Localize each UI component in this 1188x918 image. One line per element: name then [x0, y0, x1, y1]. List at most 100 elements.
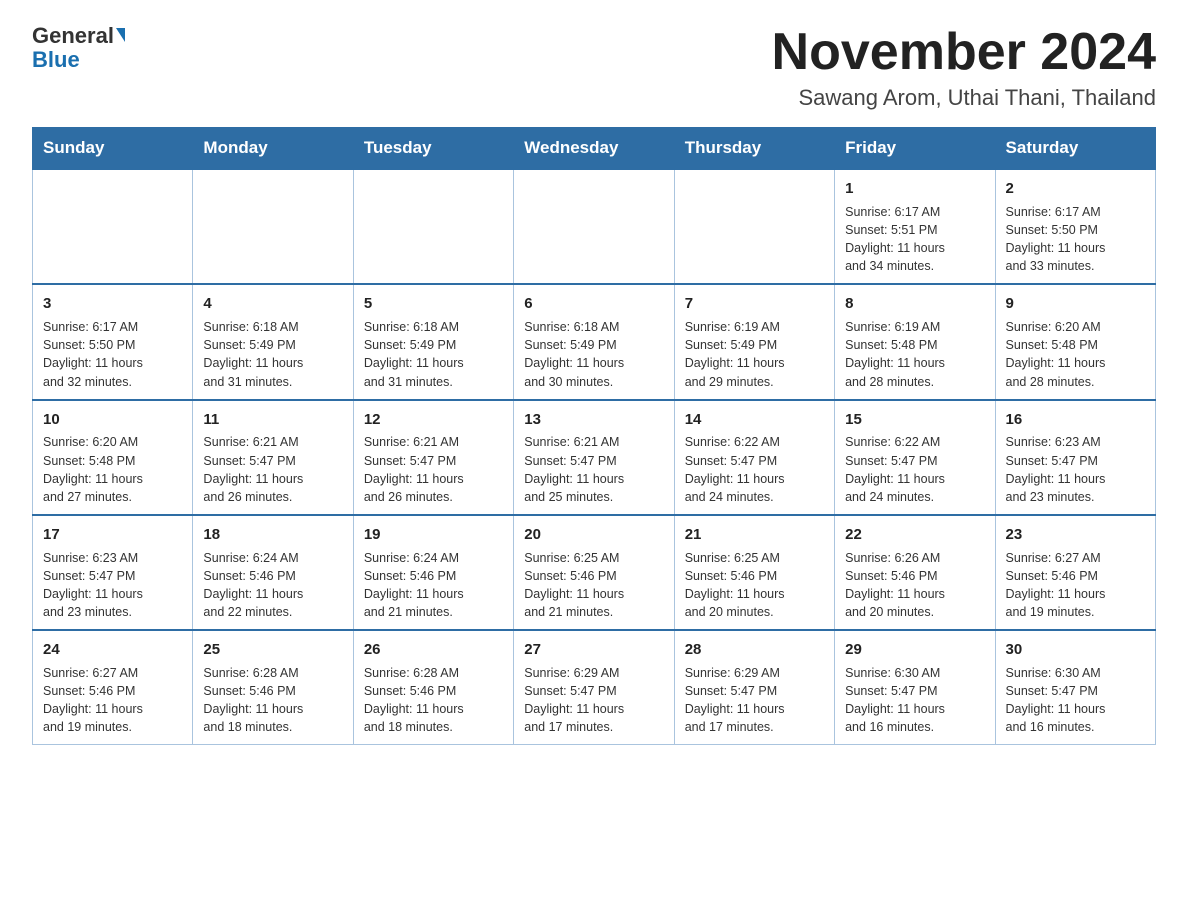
day-info: Sunrise: 6:19 AM Sunset: 5:48 PM Dayligh…: [845, 318, 984, 391]
calendar-cell: 22 Sunrise: 6:26 AM Sunset: 5:46 PM Dayli…: [835, 515, 995, 630]
week-row: 17 Sunrise: 6:23 AM Sunset: 5:47 PM Dayli…: [33, 515, 1156, 630]
day-info: Sunrise: 6:22 AM Sunset: 5:47 PM Dayligh…: [845, 433, 984, 506]
day-number: 3: [43, 293, 182, 315]
logo: General Blue: [32, 24, 125, 72]
day-number: 7: [685, 293, 824, 315]
calendar-cell: 9Sunrise: 6:20 AM Sunset: 5:48 PM Daylig…: [995, 284, 1155, 399]
week-row: 1 Sunrise: 6:17 AM Sunset: 5:51 PM Daylig…: [33, 169, 1156, 284]
day-number: 28: [685, 639, 824, 661]
calendar-cell: 15Sunrise: 6:22 AM Sunset: 5:47 PM Dayli…: [835, 400, 995, 515]
day-number: 4: [203, 293, 342, 315]
calendar-cell: 25 Sunrise: 6:28 AM Sunset: 5:46 PM Dayli…: [193, 630, 353, 745]
day-number: 20: [524, 524, 663, 546]
day-number: 5: [364, 293, 503, 315]
day-info: Sunrise: 6:25 AM Sunset: 5:46 PM Dayligh…: [524, 549, 663, 622]
day-info: Sunrise: 6:17 AM Sunset: 5:50 PM Dayligh…: [1006, 203, 1145, 276]
logo-triangle-icon: [116, 28, 125, 42]
calendar-cell: 2 Sunrise: 6:17 AM Sunset: 5:50 PM Daylig…: [995, 169, 1155, 284]
calendar-cell: 30 Sunrise: 6:30 AM Sunset: 5:47 PM Dayli…: [995, 630, 1155, 745]
calendar-cell: 16Sunrise: 6:23 AM Sunset: 5:47 PM Dayli…: [995, 400, 1155, 515]
day-number: 9: [1006, 293, 1145, 315]
day-info: Sunrise: 6:30 AM Sunset: 5:47 PM Dayligh…: [1006, 664, 1145, 737]
day-info: Sunrise: 6:22 AM Sunset: 5:47 PM Dayligh…: [685, 433, 824, 506]
day-number: 26: [364, 639, 503, 661]
day-number: 22: [845, 524, 984, 546]
calendar-cell: 19Sunrise: 6:24 AM Sunset: 5:46 PM Dayli…: [353, 515, 513, 630]
day-number: 13: [524, 409, 663, 431]
calendar-day-header: Sunday: [33, 128, 193, 170]
day-number: 18: [203, 524, 342, 546]
calendar-cell: 17 Sunrise: 6:23 AM Sunset: 5:47 PM Dayli…: [33, 515, 193, 630]
day-number: 23: [1006, 524, 1145, 546]
day-number: 29: [845, 639, 984, 661]
title-block: November 2024 Sawang Arom, Uthai Thani, …: [772, 24, 1156, 111]
calendar-day-header: Tuesday: [353, 128, 513, 170]
calendar-day-header: Thursday: [674, 128, 834, 170]
calendar-cell: 23 Sunrise: 6:27 AM Sunset: 5:46 PM Dayli…: [995, 515, 1155, 630]
calendar-cell: [33, 169, 193, 284]
calendar-cell: 11Sunrise: 6:21 AM Sunset: 5:47 PM Dayli…: [193, 400, 353, 515]
calendar-cell: 24Sunrise: 6:27 AM Sunset: 5:46 PM Dayli…: [33, 630, 193, 745]
day-number: 25: [203, 639, 342, 661]
calendar-cell: 12Sunrise: 6:21 AM Sunset: 5:47 PM Dayli…: [353, 400, 513, 515]
day-info: Sunrise: 6:28 AM Sunset: 5:46 PM Dayligh…: [203, 664, 342, 737]
page-header: General Blue November 2024 Sawang Arom, …: [32, 24, 1156, 111]
calendar-cell: 27Sunrise: 6:29 AM Sunset: 5:47 PM Dayli…: [514, 630, 674, 745]
calendar-cell: 20 Sunrise: 6:25 AM Sunset: 5:46 PM Dayli…: [514, 515, 674, 630]
calendar-header-row: SundayMondayTuesdayWednesdayThursdayFrid…: [33, 128, 1156, 170]
calendar-cell: 14Sunrise: 6:22 AM Sunset: 5:47 PM Dayli…: [674, 400, 834, 515]
calendar-cell: 5 Sunrise: 6:18 AM Sunset: 5:49 PM Daylig…: [353, 284, 513, 399]
day-number: 17: [43, 524, 182, 546]
day-number: 8: [845, 293, 984, 315]
calendar-cell: 28 Sunrise: 6:29 AM Sunset: 5:47 PM Dayli…: [674, 630, 834, 745]
calendar-cell: 3 Sunrise: 6:17 AM Sunset: 5:50 PM Daylig…: [33, 284, 193, 399]
calendar-cell: 8 Sunrise: 6:19 AM Sunset: 5:48 PM Daylig…: [835, 284, 995, 399]
day-number: 16: [1006, 409, 1145, 431]
calendar-table: SundayMondayTuesdayWednesdayThursdayFrid…: [32, 127, 1156, 745]
calendar-cell: 6 Sunrise: 6:18 AM Sunset: 5:49 PM Daylig…: [514, 284, 674, 399]
week-row: 3 Sunrise: 6:17 AM Sunset: 5:50 PM Daylig…: [33, 284, 1156, 399]
day-number: 1: [845, 178, 984, 200]
day-number: 14: [685, 409, 824, 431]
calendar-cell: [514, 169, 674, 284]
day-info: Sunrise: 6:17 AM Sunset: 5:51 PM Dayligh…: [845, 203, 984, 276]
day-number: 2: [1006, 178, 1145, 200]
day-info: Sunrise: 6:29 AM Sunset: 5:47 PM Dayligh…: [685, 664, 824, 737]
calendar-cell: [193, 169, 353, 284]
calendar-day-header: Monday: [193, 128, 353, 170]
day-info: Sunrise: 6:21 AM Sunset: 5:47 PM Dayligh…: [364, 433, 503, 506]
day-info: Sunrise: 6:30 AM Sunset: 5:47 PM Dayligh…: [845, 664, 984, 737]
day-info: Sunrise: 6:24 AM Sunset: 5:46 PM Dayligh…: [364, 549, 503, 622]
day-number: 12: [364, 409, 503, 431]
day-info: Sunrise: 6:18 AM Sunset: 5:49 PM Dayligh…: [524, 318, 663, 391]
month-title: November 2024: [772, 24, 1156, 81]
day-info: Sunrise: 6:27 AM Sunset: 5:46 PM Dayligh…: [1006, 549, 1145, 622]
calendar-cell: [353, 169, 513, 284]
calendar-cell: 1 Sunrise: 6:17 AM Sunset: 5:51 PM Daylig…: [835, 169, 995, 284]
day-number: 6: [524, 293, 663, 315]
day-info: Sunrise: 6:25 AM Sunset: 5:46 PM Dayligh…: [685, 549, 824, 622]
day-info: Sunrise: 6:24 AM Sunset: 5:46 PM Dayligh…: [203, 549, 342, 622]
week-row: 24Sunrise: 6:27 AM Sunset: 5:46 PM Dayli…: [33, 630, 1156, 745]
day-info: Sunrise: 6:18 AM Sunset: 5:49 PM Dayligh…: [203, 318, 342, 391]
day-info: Sunrise: 6:18 AM Sunset: 5:49 PM Dayligh…: [364, 318, 503, 391]
day-number: 10: [43, 409, 182, 431]
day-info: Sunrise: 6:23 AM Sunset: 5:47 PM Dayligh…: [43, 549, 182, 622]
day-number: 30: [1006, 639, 1145, 661]
day-info: Sunrise: 6:17 AM Sunset: 5:50 PM Dayligh…: [43, 318, 182, 391]
calendar-cell: 18 Sunrise: 6:24 AM Sunset: 5:46 PM Dayli…: [193, 515, 353, 630]
location-title: Sawang Arom, Uthai Thani, Thailand: [772, 85, 1156, 111]
logo-general-text: General: [32, 24, 114, 48]
calendar-cell: 13Sunrise: 6:21 AM Sunset: 5:47 PM Dayli…: [514, 400, 674, 515]
day-info: Sunrise: 6:19 AM Sunset: 5:49 PM Dayligh…: [685, 318, 824, 391]
day-info: Sunrise: 6:23 AM Sunset: 5:47 PM Dayligh…: [1006, 433, 1145, 506]
day-info: Sunrise: 6:21 AM Sunset: 5:47 PM Dayligh…: [203, 433, 342, 506]
calendar-day-header: Wednesday: [514, 128, 674, 170]
week-row: 10Sunrise: 6:20 AM Sunset: 5:48 PM Dayli…: [33, 400, 1156, 515]
day-info: Sunrise: 6:26 AM Sunset: 5:46 PM Dayligh…: [845, 549, 984, 622]
day-number: 15: [845, 409, 984, 431]
calendar-cell: 21Sunrise: 6:25 AM Sunset: 5:46 PM Dayli…: [674, 515, 834, 630]
calendar-cell: [674, 169, 834, 284]
day-info: Sunrise: 6:27 AM Sunset: 5:46 PM Dayligh…: [43, 664, 182, 737]
calendar-cell: 26Sunrise: 6:28 AM Sunset: 5:46 PM Dayli…: [353, 630, 513, 745]
